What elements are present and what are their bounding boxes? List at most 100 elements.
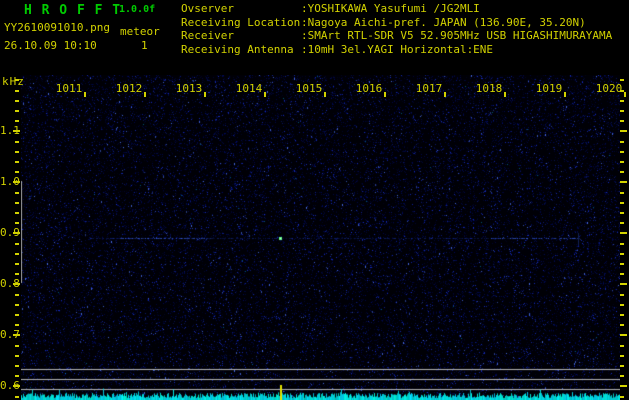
- freq-tick-left: [15, 110, 19, 112]
- freq-tick-right: [620, 181, 627, 183]
- freq-tick-right: [620, 324, 624, 326]
- freq-tick-left: [15, 100, 19, 102]
- time-tick: [444, 92, 446, 97]
- freq-tick-left: [15, 324, 19, 326]
- app-title: H R O F F T: [24, 3, 121, 18]
- freq-tick-left: [15, 161, 19, 163]
- freq-tick-left: [15, 304, 19, 306]
- time-tick-label: 1018: [469, 83, 509, 94]
- info-label: Ovserver: [181, 2, 301, 16]
- info-value: :SMArt RTL-SDR V5 52.905MHz USB HIGASHIM…: [301, 29, 612, 42]
- time-tick-label: 1012: [109, 83, 149, 94]
- freq-tick-right: [620, 304, 624, 306]
- freq-tick-right: [620, 171, 624, 173]
- freq-tick-right: [620, 294, 624, 296]
- freq-tick-left: [15, 253, 19, 255]
- spectrogram-canvas: [21, 75, 620, 400]
- freq-tick-left: [15, 396, 19, 398]
- freq-tick-left: [15, 294, 19, 296]
- info-label: Receiving Location: [181, 16, 301, 30]
- info-row: Receiving Location:Nagoya Aichi-pref. JA…: [181, 16, 612, 30]
- time-tick: [504, 92, 506, 97]
- freq-tick-left: [15, 345, 19, 347]
- info-row: Receiving Antenna:10mH 3el.YAGI Horizont…: [181, 43, 612, 57]
- time-tick: [384, 92, 386, 97]
- mode-label: meteor: [120, 25, 160, 38]
- freq-tick-right: [620, 232, 627, 234]
- time-tick-label: 1016: [349, 83, 389, 94]
- freq-tick-right: [620, 192, 624, 194]
- freq-tick-left: [15, 273, 19, 275]
- freq-tick-right: [620, 314, 624, 316]
- freq-tick-left: [15, 171, 19, 173]
- freq-tick-right: [620, 161, 624, 163]
- freq-tick-left: [13, 130, 20, 132]
- freq-tick-right: [620, 283, 627, 285]
- freq-tick-right: [620, 100, 624, 102]
- freq-tick-right: [620, 202, 624, 204]
- info-value: :10mH 3el.YAGI Horizontal:ENE: [301, 43, 493, 56]
- freq-tick-left: [15, 243, 19, 245]
- freq-tick-right: [620, 243, 624, 245]
- time-tick: [84, 92, 86, 97]
- output-filename: YY2610091010.png: [4, 21, 110, 34]
- info-label: Receiver: [181, 29, 301, 43]
- time-tick: [324, 92, 326, 97]
- freq-tick-right: [620, 130, 627, 132]
- freq-tick-left: [15, 263, 19, 265]
- freq-tick-right: [620, 365, 624, 367]
- freq-tick-left: [13, 232, 20, 234]
- time-tick: [144, 92, 146, 97]
- freq-tick-right: [620, 273, 624, 275]
- observation-info-block: Ovserver:YOSHIKAWA Yasufumi /JG2MLI Recei…: [181, 2, 612, 56]
- freq-tick-right: [620, 253, 624, 255]
- freq-tick-right: [620, 141, 624, 143]
- time-tick: [204, 92, 206, 97]
- time-tick: [564, 92, 566, 97]
- info-value: :Nagoya Aichi-pref. JAPAN (136.90E, 35.2…: [301, 16, 586, 29]
- freq-tick-left: [15, 141, 19, 143]
- hrofft-screen: H R O F F T 1.0.0f YY2610091010.png mete…: [0, 0, 629, 400]
- time-tick-label: 1019: [529, 83, 569, 94]
- freq-tick-left: [15, 90, 19, 92]
- time-tick-label: 1017: [409, 83, 449, 94]
- freq-tick-left: [15, 120, 19, 122]
- time-tick-label: 1013: [169, 83, 209, 94]
- freq-tick-left: [15, 222, 19, 224]
- freq-tick-left: [15, 79, 19, 81]
- observation-datetime: 26.10.09 10:10: [4, 39, 97, 52]
- freq-tick-right: [620, 222, 624, 224]
- freq-tick-left: [13, 385, 20, 387]
- freq-tick-left: [15, 365, 19, 367]
- freq-tick-left: [15, 355, 19, 357]
- info-row: Ovserver:YOSHIKAWA Yasufumi /JG2MLI: [181, 2, 612, 16]
- freq-tick-right: [620, 120, 624, 122]
- freq-tick-right: [620, 345, 624, 347]
- time-tick-label: 1015: [289, 83, 329, 94]
- time-tick: [624, 92, 626, 97]
- info-value: :YOSHIKAWA Yasufumi /JG2MLI: [301, 2, 480, 15]
- freq-tick-left: [15, 314, 19, 316]
- freq-tick-right: [620, 110, 624, 112]
- khz-axis-label: kHz: [2, 75, 25, 88]
- freq-tick-right: [620, 212, 624, 214]
- freq-tick-left: [13, 283, 20, 285]
- freq-tick-left: [13, 181, 20, 183]
- freq-tick-left: [15, 192, 19, 194]
- app-version: 1.0.0f: [119, 4, 155, 15]
- freq-tick-left: [15, 375, 19, 377]
- freq-tick-left: [15, 202, 19, 204]
- info-label: Receiving Antenna: [181, 43, 301, 57]
- freq-tick-right: [620, 263, 624, 265]
- meteor-count: 1: [141, 39, 148, 52]
- freq-tick-right: [620, 375, 624, 377]
- freq-tick-right: [620, 79, 624, 81]
- freq-tick-right: [620, 396, 624, 398]
- time-tick-label: 1014: [229, 83, 269, 94]
- info-row: Receiver:SMArt RTL-SDR V5 52.905MHz USB …: [181, 29, 612, 43]
- time-tick: [264, 92, 266, 97]
- freq-tick-left: [15, 151, 19, 153]
- freq-tick-right: [620, 355, 624, 357]
- freq-tick-right: [620, 334, 627, 336]
- freq-tick-left: [15, 212, 19, 214]
